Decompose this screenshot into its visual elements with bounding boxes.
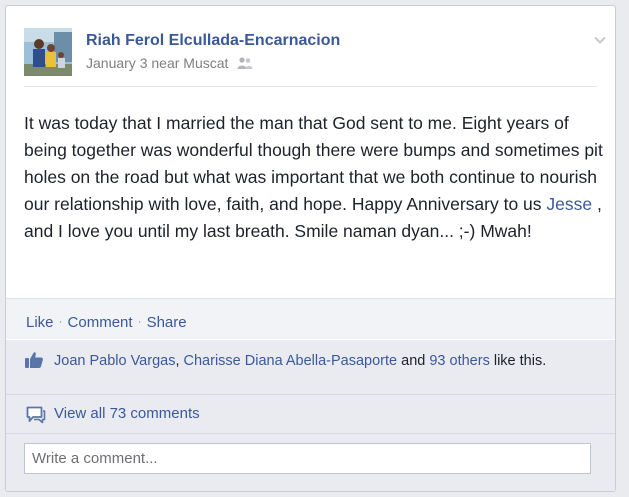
share-button[interactable]: Share: [147, 314, 187, 331]
likes-row: Joan Pablo Vargas, Charisse Diana Abella…: [6, 339, 615, 394]
avatar[interactable]: [24, 28, 72, 76]
likes-summary: Joan Pablo Vargas, Charisse Diana Abella…: [54, 350, 584, 372]
comment-bubble-icon: [26, 406, 46, 424]
post-body: It was today that I married the man that…: [24, 110, 604, 245]
post-body-text-start: It was today that I married the man that…: [24, 113, 603, 214]
likes-suffix: like this.: [489, 353, 547, 369]
others-link[interactable]: 93 others: [429, 353, 489, 369]
view-all-comments-link[interactable]: View all 73 comments: [54, 405, 200, 422]
action-separator: ·: [137, 314, 142, 328]
post-card: Riah Ferol Elcullada-Encarnacion January…: [5, 5, 616, 492]
likes-and: and: [397, 353, 430, 369]
like-button[interactable]: Like: [26, 314, 54, 331]
post-timestamp[interactable]: January 3 near Muscat: [86, 55, 228, 71]
likes-comma: ,: [175, 353, 184, 369]
liker-link[interactable]: Charisse Diana Abella-Pasaporte: [184, 353, 398, 369]
action-separator: ·: [58, 314, 63, 328]
thumbs-up-icon: [24, 351, 44, 369]
write-comment-row: [6, 433, 615, 491]
friends-icon[interactable]: [237, 56, 253, 70]
post-footer: Like · Comment · Share Joan Pablo Vargas, Ch…: [6, 298, 615, 491]
action-bar: Like · Comment · Share: [26, 314, 187, 331]
comment-input[interactable]: [24, 443, 591, 474]
mention-link[interactable]: Jesse: [546, 194, 592, 214]
post-meta: January 3 near Muscat: [86, 55, 253, 71]
chevron-down-icon[interactable]: [593, 33, 607, 47]
divider: [24, 86, 597, 87]
post-header: Riah Ferol Elcullada-Encarnacion January…: [24, 26, 594, 76]
comment-button[interactable]: Comment: [68, 314, 133, 331]
author-name[interactable]: Riah Ferol Elcullada-Encarnacion: [86, 32, 340, 50]
liker-link[interactable]: Joan Pablo Vargas: [54, 353, 175, 369]
comments-row: View all 73 comments: [6, 394, 615, 433]
